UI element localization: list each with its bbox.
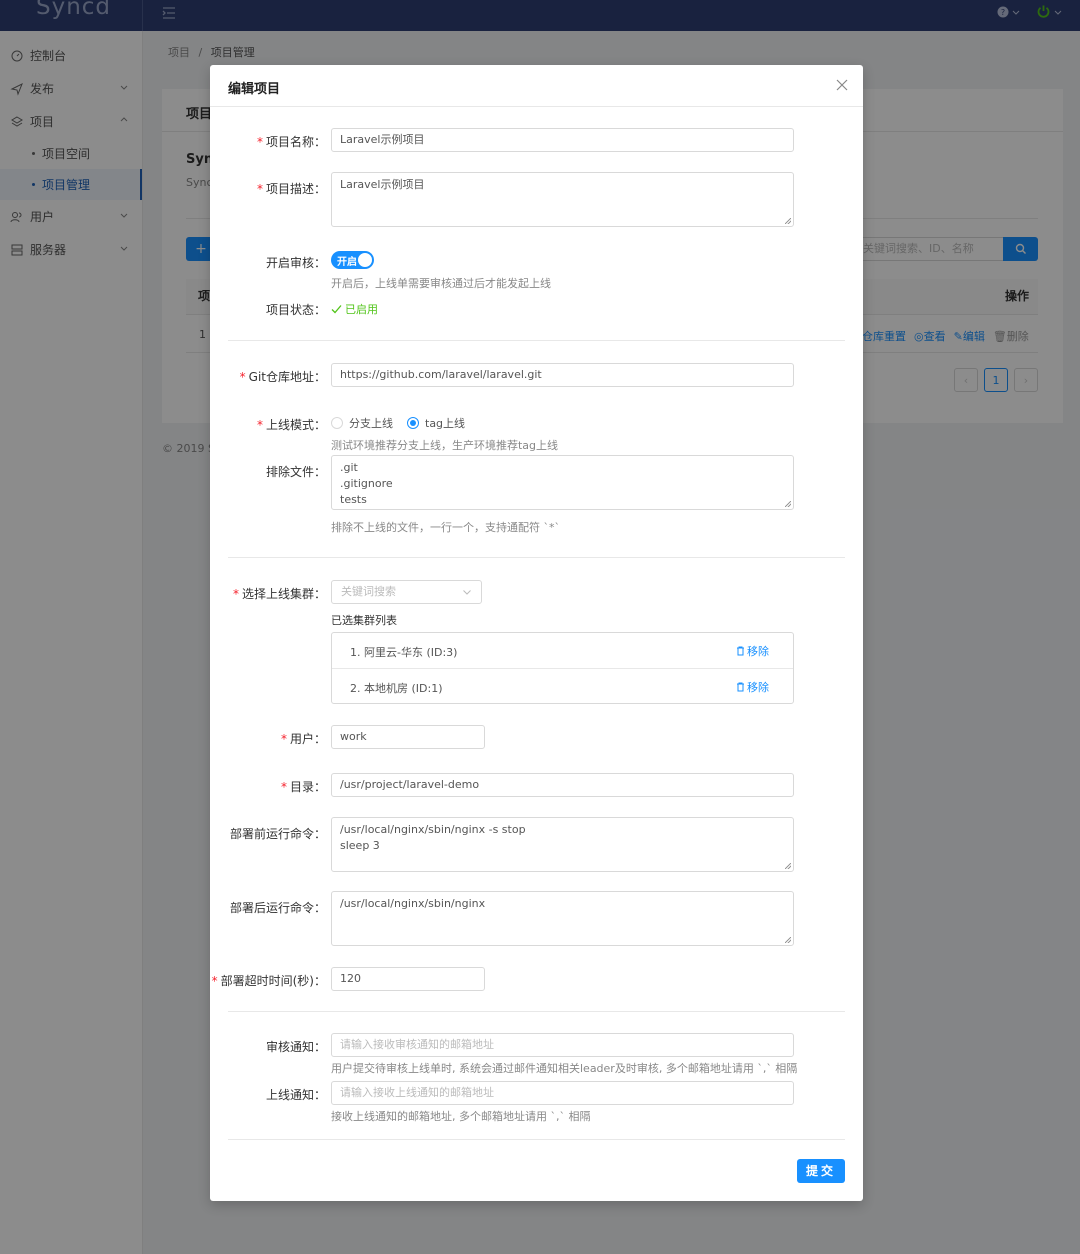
project-desc-label: * 项目描述： <box>257 180 326 197</box>
remove-label: 移除 <box>747 645 769 658</box>
list-item: 1. 阿里云-华东 (ID:3) 移除 <box>332 633 793 668</box>
deploy-notice-input[interactable]: 请输入接收上线通知的邮箱地址 <box>331 1081 794 1105</box>
directory-label: * 目录： <box>281 778 326 795</box>
post-deploy-cmd-label: 部署后运行命令： <box>229 901 326 915</box>
label-text: Git仓库地址： <box>248 370 326 384</box>
required-mark: * <box>280 732 287 746</box>
deploy-mode-label: * 上线模式： <box>257 416 326 433</box>
repo-label: * Git仓库地址： <box>240 368 326 385</box>
required-mark: * <box>256 182 263 196</box>
audit-hint: 开启后，上线单需要审核通过后才能发起上线 <box>331 277 551 290</box>
user-label: * 用户： <box>281 730 326 747</box>
cluster-select[interactable]: 关键词搜索 <box>331 580 482 604</box>
remove-cluster-button[interactable]: 移除 <box>736 643 769 659</box>
radio-tag-label[interactable]: tag上线 <box>425 415 465 431</box>
exclude-files-label: 排除文件： <box>265 465 326 479</box>
check-icon <box>331 304 342 313</box>
project-name-input[interactable]: Laravel示例项目 <box>331 128 794 152</box>
deploy-mode-hint: 测试环境推荐分支上线，生产环境推荐tag上线 <box>331 439 559 452</box>
audit-notice-input[interactable]: 请输入接收审核通知的邮箱地址 <box>331 1033 794 1057</box>
pre-deploy-cmd-label: 部署前运行命令： <box>229 827 326 841</box>
dialog-title: 编辑项目 <box>228 82 281 97</box>
selected-cluster-title: 已选集群列表 <box>331 614 397 627</box>
cluster-select-placeholder: 关键词搜索 <box>341 585 396 598</box>
required-mark: * <box>256 135 263 149</box>
audit-notice-hint: 用户提交待审核上线单时, 系统会通过邮件通知相关leader及时审核, 多个邮箱… <box>331 1062 798 1075</box>
edit-project-dialog: 编辑项目 * 项目名称： Laravel示例项目 * 项目描述： Laravel示例… <box>210 65 863 1201</box>
required-mark: * <box>256 418 263 432</box>
required-mark: * <box>211 974 218 988</box>
status-value: 已启用 <box>331 301 378 317</box>
dialog-header: 编辑项目 <box>210 65 863 107</box>
section-divider <box>228 557 845 558</box>
timeout-label: * 部署超时时间(秒)： <box>212 972 326 989</box>
submit-button[interactable]: 提交 <box>797 1159 845 1183</box>
list-item: 2. 本地机房 (ID:1) 移除 <box>332 668 793 703</box>
project-desc-textarea[interactable]: Laravel示例项目 <box>331 172 794 227</box>
user-input[interactable]: work <box>331 725 485 749</box>
project-name-label: * 项目名称： <box>257 133 326 150</box>
label-text: 项目名称： <box>265 135 326 149</box>
remove-cluster-button[interactable]: 移除 <box>736 679 769 695</box>
chevron-down-icon <box>463 590 471 595</box>
deploy-notice-hint: 接收上线通知的邮箱地址, 多个邮箱地址请用 `,` 相隔 <box>331 1110 591 1123</box>
trash-icon <box>737 646 744 656</box>
label-text: 上线模式： <box>265 418 326 432</box>
close-icon[interactable] <box>836 79 848 91</box>
toggle-knob <box>358 253 372 267</box>
label-text: 用户： <box>289 732 326 746</box>
status-text: 已启用 <box>345 303 378 316</box>
deploy-mode-radio-group: 分支上线 tag上线 <box>331 415 479 431</box>
selected-cluster-list: 1. 阿里云-华东 (ID:3) 移除 2. 本地机房 (ID:1) 移除 <box>331 632 794 704</box>
section-divider <box>228 340 845 341</box>
radio-branch[interactable] <box>331 417 343 429</box>
post-deploy-cmd-textarea[interactable]: /usr/local/nginx/sbin/nginx <box>331 891 794 946</box>
cluster-name: 2. 本地机房 (ID:1) <box>350 682 443 695</box>
radio-tag[interactable] <box>407 417 419 429</box>
label-text: 目录： <box>289 780 326 794</box>
label-text: 部署超时时间(秒)： <box>220 974 326 988</box>
audit-label: 开启审核： <box>265 256 326 270</box>
exclude-files-textarea[interactable]: .git .gitignore tests <box>331 455 794 510</box>
radio-branch-label[interactable]: 分支上线 <box>349 415 393 431</box>
label-text: 项目描述： <box>265 182 326 196</box>
status-label: 项目状态： <box>265 303 326 317</box>
trash-icon <box>737 682 744 692</box>
pre-deploy-cmd-textarea[interactable]: /usr/local/nginx/sbin/nginx -s stop slee… <box>331 817 794 872</box>
exclude-files-hint: 排除不上线的文件，一行一个，支持通配符 `*` <box>331 521 560 534</box>
remove-label: 移除 <box>747 681 769 694</box>
cluster-name: 1. 阿里云-华东 (ID:3) <box>350 646 458 659</box>
section-divider <box>228 1139 845 1140</box>
directory-input[interactable]: /usr/project/laravel-demo <box>331 773 794 797</box>
toggle-text: 开启 <box>337 257 357 268</box>
label-text: 选择上线集群： <box>241 587 326 601</box>
deploy-notice-label: 上线通知： <box>265 1088 326 1102</box>
repo-url-input[interactable]: https://github.com/laravel/laravel.git <box>331 363 794 387</box>
cluster-label: * 选择上线集群： <box>233 585 326 602</box>
required-mark: * <box>232 587 239 601</box>
required-mark: * <box>280 780 287 794</box>
section-divider <box>228 1011 845 1012</box>
audit-toggle[interactable]: 开启 <box>331 251 374 269</box>
audit-notice-label: 审核通知： <box>265 1040 326 1054</box>
required-mark: * <box>239 370 246 384</box>
timeout-input[interactable]: 120 <box>331 967 485 991</box>
